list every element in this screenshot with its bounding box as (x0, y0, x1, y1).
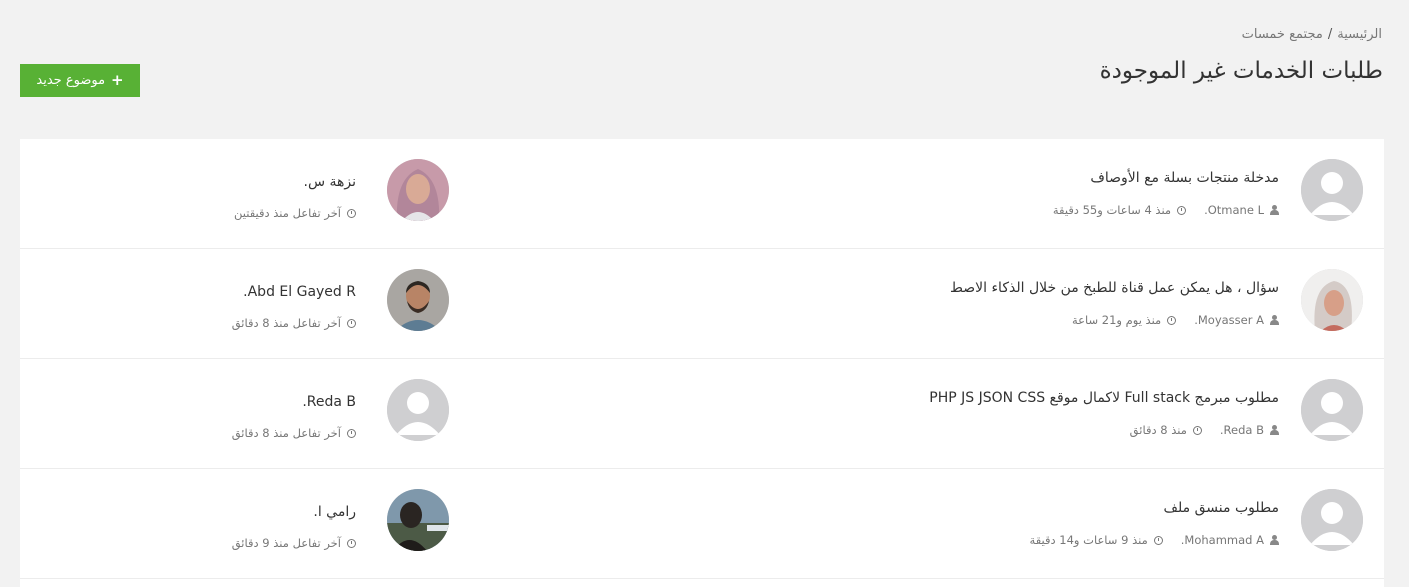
clock-icon (347, 318, 356, 328)
clock-icon (347, 208, 356, 218)
clock-icon (1192, 425, 1202, 435)
user-icon (1270, 425, 1279, 435)
new-topic-label: موضوع جديد (36, 73, 106, 88)
topic-title-link[interactable]: مطلوب منسق ملف (1164, 500, 1279, 516)
topics-list: مدخلة منتجات بسلة مع الأوصاف Otmane L. م… (20, 139, 1384, 587)
breadcrumb-separator: / (1327, 27, 1333, 42)
clock-icon (347, 428, 356, 438)
last-user-avatar[interactable] (387, 489, 449, 551)
last-activity-time: آخر تفاعل منذ 8 دقائق (231, 426, 341, 440)
topic-meta: Mohammad A. منذ 9 ساعات و14 دقيقة (1030, 533, 1279, 547)
user-icon (1270, 315, 1279, 325)
breadcrumb-section[interactable]: مجتمع خمسات (1242, 27, 1323, 42)
last-user-name[interactable]: نزهة س. (304, 174, 357, 190)
last-activity: آخر تفاعل منذ دقيقتين (234, 206, 356, 220)
topic-author[interactable]: Otmane L. (1204, 203, 1264, 217)
last-activity-time: آخر تفاعل منذ 8 دقائق (231, 316, 341, 330)
breadcrumb: الرئيسية / مجتمع خمسات (1242, 27, 1382, 42)
clock-icon (1167, 315, 1177, 325)
last-activity: آخر تفاعل منذ 9 دقائق (232, 536, 356, 550)
last-user-avatar[interactable] (387, 159, 449, 221)
breadcrumb-home[interactable]: الرئيسية (1337, 27, 1382, 42)
last-user-name[interactable]: رامي ا. (313, 504, 356, 520)
author-avatar[interactable] (1301, 269, 1363, 331)
last-activity: آخر تفاعل منذ 8 دقائق (232, 316, 356, 330)
topic-time: منذ 9 ساعات و14 دقيقة (1029, 533, 1148, 547)
last-activity-time: آخر تفاعل منذ دقيقتين (234, 206, 341, 220)
last-user-name[interactable]: Reda B. (302, 394, 356, 410)
topic-title-link[interactable]: مدخلة منتجات بسلة مع الأوصاف (1090, 170, 1279, 186)
clock-icon (1177, 205, 1187, 215)
user-icon (1270, 205, 1279, 215)
author-avatar[interactable] (1301, 489, 1363, 551)
topic-meta: Otmane L. منذ 4 ساعات و55 دقيقة (1053, 203, 1279, 217)
topic-row[interactable] (20, 579, 1384, 587)
topic-row[interactable]: مدخلة منتجات بسلة مع الأوصاف Otmane L. م… (20, 139, 1384, 249)
topic-row[interactable]: مطلوب منسق ملف Mohammad A. منذ 9 ساعات و… (20, 469, 1384, 579)
topic-author[interactable]: Mohammad A. (1181, 533, 1264, 547)
last-activity-time: آخر تفاعل منذ 9 دقائق (231, 536, 341, 550)
topic-row[interactable]: مطلوب مبرمج Full stack لاكمال موقع PHP J… (20, 359, 1384, 469)
last-user-name[interactable]: Abd El Gayed R. (243, 284, 356, 300)
user-icon (1270, 535, 1279, 545)
topic-title-link[interactable]: مطلوب مبرمج Full stack لاكمال موقع PHP J… (929, 390, 1279, 406)
topic-meta: Moyasser A. منذ يوم و21 ساعة (1072, 313, 1279, 327)
clock-icon (1153, 535, 1163, 545)
plus-icon: + (111, 71, 124, 89)
topic-time: منذ 8 دقائق (1129, 423, 1187, 437)
clock-icon (347, 538, 356, 548)
topic-title-link[interactable]: سؤال ، هل يمكن عمل قناة للطبخ من خلال ال… (950, 280, 1279, 296)
new-topic-button[interactable]: + موضوع جديد (20, 64, 140, 97)
page-title: طلبات الخدمات غير الموجودة (1099, 58, 1383, 84)
last-user-avatar[interactable] (387, 379, 449, 441)
topic-author[interactable]: Reda B. (1220, 423, 1264, 437)
topic-row[interactable]: سؤال ، هل يمكن عمل قناة للطبخ من خلال ال… (20, 249, 1384, 359)
topic-time: منذ يوم و21 ساعة (1071, 313, 1162, 327)
page: الرئيسية / مجتمع خمسات طلبات الخدمات غير ا… (0, 0, 1409, 587)
author-avatar[interactable] (1301, 159, 1363, 221)
last-activity: آخر تفاعل منذ 8 دقائق (232, 426, 356, 440)
topic-time: منذ 4 ساعات و55 دقيقة (1052, 203, 1172, 217)
topic-author[interactable]: Moyasser A. (1194, 313, 1264, 327)
last-user-avatar[interactable] (387, 269, 449, 331)
author-avatar[interactable] (1301, 379, 1363, 441)
topic-meta: Reda B. منذ 8 دقائق (1130, 423, 1279, 437)
